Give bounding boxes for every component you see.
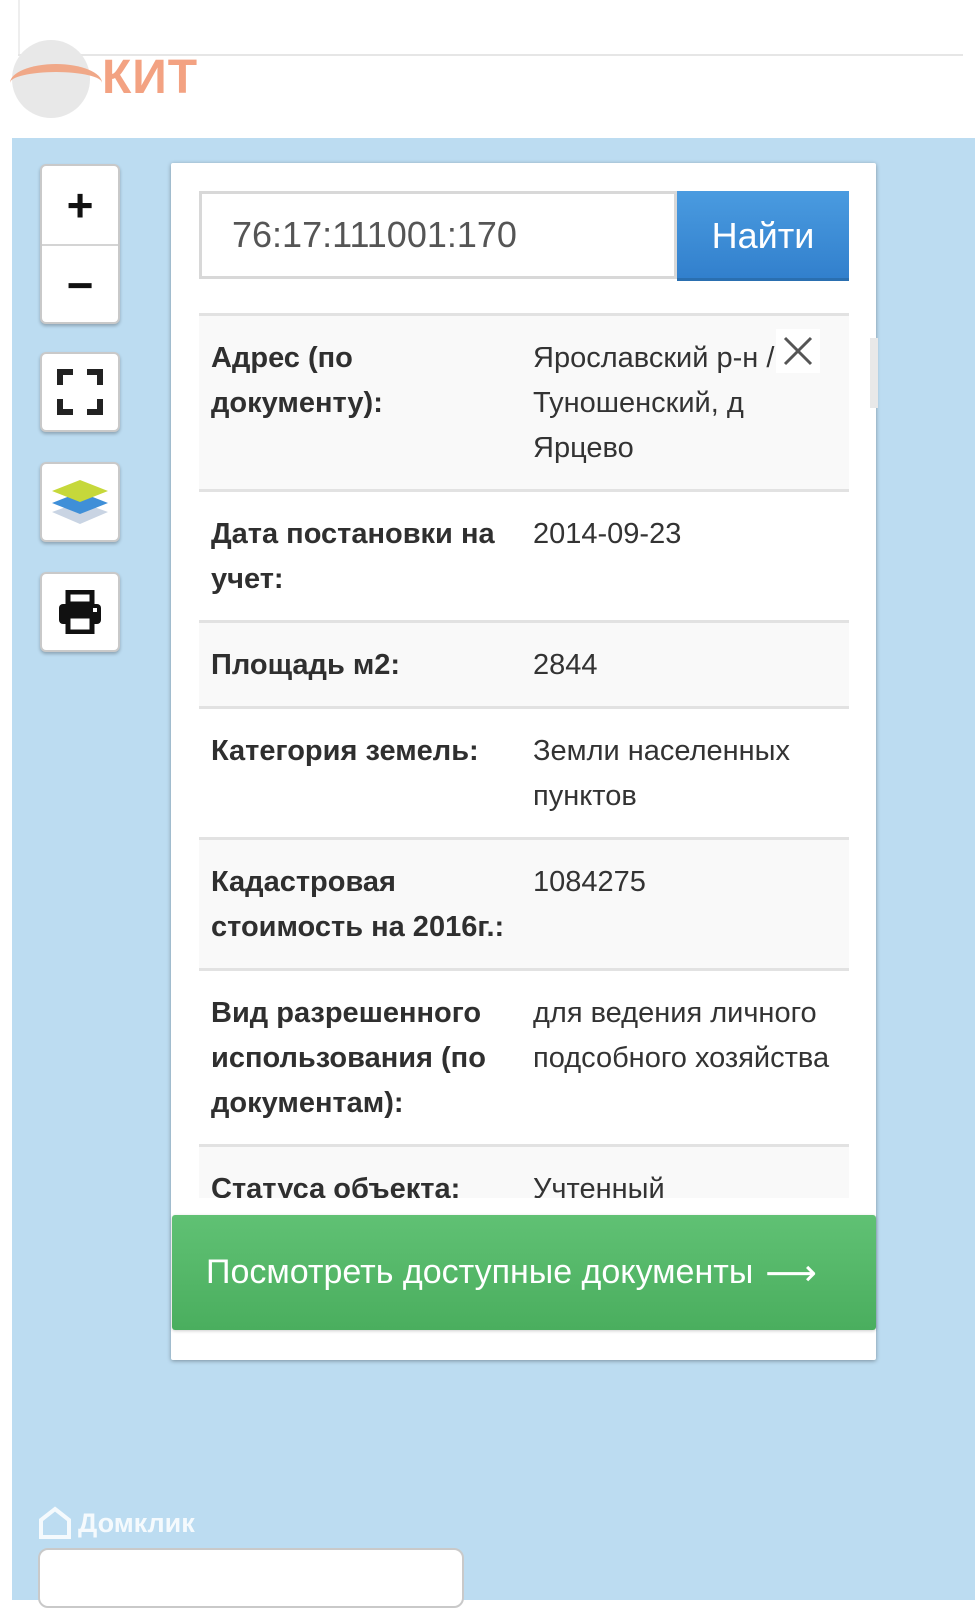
table-row: Вид разрешенного использования (по докум… [199,968,849,1144]
brand-name: КИТ [102,51,199,104]
close-panel-button[interactable] [776,329,820,373]
domclick-watermark: Домклик [38,1506,195,1540]
layers-button[interactable] [40,462,120,542]
table-row: Категория земель: Земли населенных пункт… [199,706,849,837]
row-label: Статуса объекта: [211,1173,461,1198]
fullscreen-button[interactable] [40,352,120,432]
info-table: Адрес (по документу): Ярославский р-н / … [199,313,849,1198]
row-value: Учтенный [533,1173,665,1198]
row-value: 2844 [533,649,598,681]
fullscreen-icon [57,369,103,415]
view-documents-button[interactable]: Посмотреть доступные документы ⟶ [172,1215,876,1330]
zoom-out-button[interactable]: − [42,246,118,324]
table-row: Адрес (по документу): Ярославский р-н / … [199,313,849,489]
row-label: Адрес (по документу): [211,342,383,419]
house-icon [39,1506,71,1539]
table-row: Статуса объекта: Учтенный [199,1144,849,1198]
layers-icon [52,480,108,524]
logo-wave-icon [10,64,102,102]
bottom-panel[interactable] [38,1548,464,1608]
row-label: Дата постановки на учет: [211,518,495,595]
row-label: Площадь м2: [211,649,401,681]
view-documents-label: Посмотреть доступные документы [206,1253,754,1291]
zoom-control: + − [40,164,120,324]
cadastral-info-panel: 76:17:111001:170 Найти Адрес (по докумен… [171,163,878,1360]
table-row: Дата постановки на учет: 2014-09-23 [199,489,849,620]
row-value: 1084275 [533,866,646,898]
printer-icon [59,590,101,634]
row-label: Категория земель: [211,735,479,767]
close-icon [783,336,813,366]
row-label: Кадастровая стоимость на 2016г.: [211,866,505,943]
watermark-text: Домклик [78,1507,195,1538]
table-row: Площадь м2: 2844 [199,620,849,706]
row-value: Земли населенных пунктов [533,735,790,812]
zoom-in-button[interactable]: + [42,166,118,246]
table-row: Кадастровая стоимость на 2016г.: 1084275 [199,837,849,968]
arrow-right-icon: ⟶ [765,1251,817,1293]
row-value: 2014-09-23 [533,518,682,550]
row-value: для ведения личного подсобного хозяйства [533,997,830,1074]
cadastral-number-input[interactable]: 76:17:111001:170 [199,191,677,279]
row-label: Вид разрешенного использования (по докум… [211,997,486,1119]
search-button[interactable]: Найти [677,191,849,281]
panel-scrollbar[interactable] [870,338,878,408]
print-button[interactable] [40,572,120,652]
brand-logo[interactable]: КИТ [10,10,230,120]
